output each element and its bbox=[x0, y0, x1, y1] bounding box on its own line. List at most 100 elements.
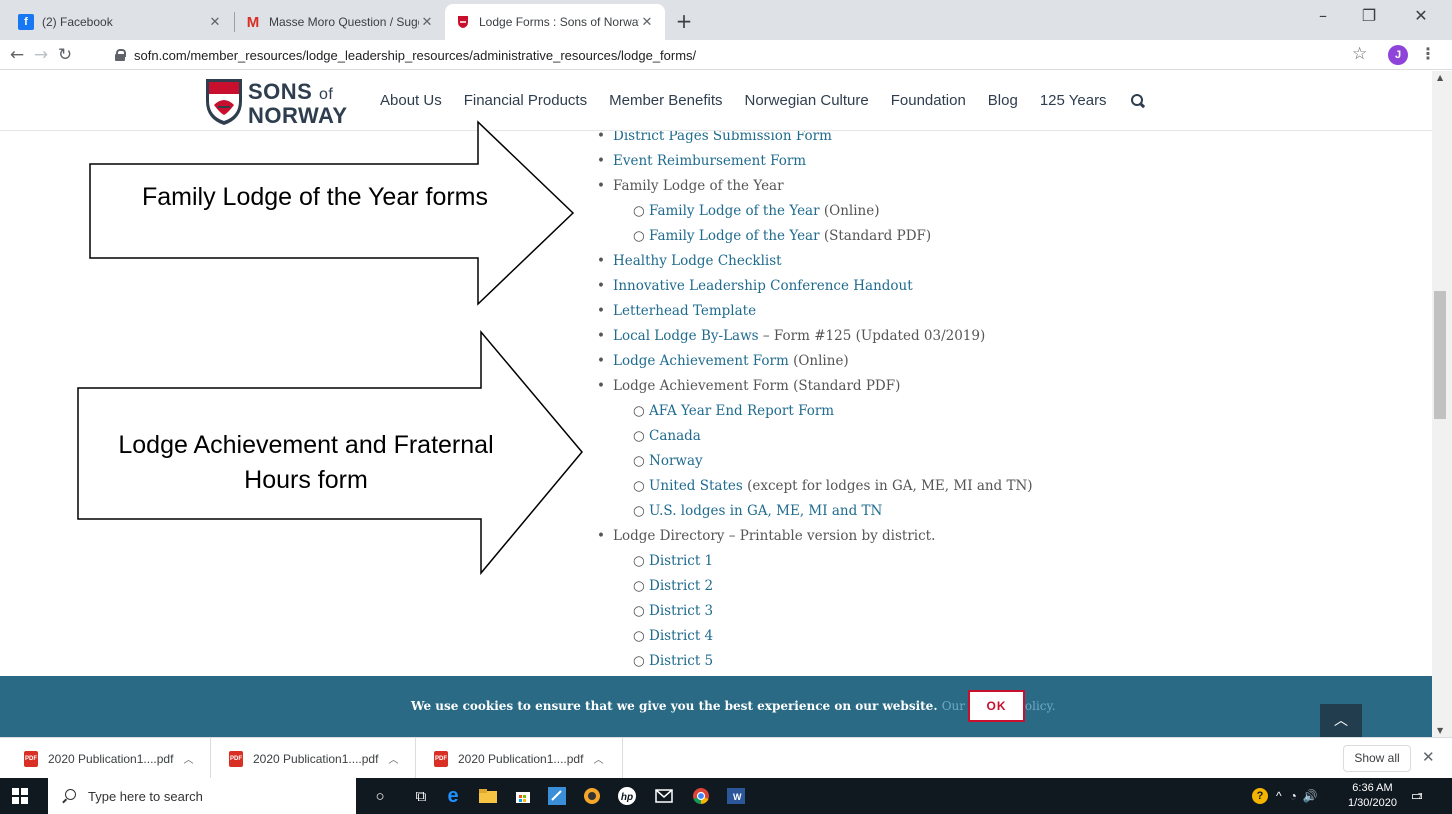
cookie-banner: We use cookies to ensure that we give yo… bbox=[0, 676, 1432, 737]
task-view-icon[interactable]: ⧉ bbox=[409, 784, 433, 808]
show-all-button[interactable]: Show all bbox=[1343, 745, 1411, 772]
pdf-icon: PDF bbox=[24, 750, 38, 767]
pdf-icon: PDF bbox=[229, 750, 243, 767]
download-item[interactable]: PDF 2020 Publication1....pdf ︿ bbox=[205, 738, 415, 779]
app-icon[interactable] bbox=[580, 784, 604, 808]
family-lodge-pdf-link[interactable]: Family Lodge of the Year bbox=[649, 228, 820, 244]
gmail-icon: M bbox=[246, 13, 260, 31]
nav-member-benefits[interactable]: Member Benefits bbox=[609, 92, 722, 109]
pdf-icon: PDF bbox=[434, 750, 448, 767]
facebook-icon: f bbox=[18, 14, 34, 30]
family-lodge-online-link[interactable]: Family Lodge of the Year bbox=[649, 203, 820, 219]
list-item: • Local Lodge By-Laws – Form #125 (Update… bbox=[597, 328, 986, 344]
district-4-link[interactable]: District 4 bbox=[649, 628, 713, 644]
download-item[interactable]: PDF 2020 Publication1....pdf ︿ bbox=[0, 738, 210, 779]
download-item[interactable]: PDF 2020 Publication1....pdf ︿ bbox=[410, 738, 620, 779]
us-lodges-link[interactable]: U.S. lodges in GA, ME, MI and TN bbox=[649, 503, 882, 519]
list-item: ○ Norway bbox=[633, 453, 703, 469]
canada-link[interactable]: Canada bbox=[649, 428, 701, 444]
system-tray: ? ^ ◔ 🔊 bbox=[1252, 778, 1318, 814]
word-icon[interactable]: W bbox=[724, 784, 748, 808]
wifi-icon[interactable]: ◔ bbox=[1290, 789, 1297, 803]
divider bbox=[622, 738, 623, 779]
list-item: ○ Canada bbox=[633, 428, 701, 444]
forward-icon[interactable]: → bbox=[30, 44, 52, 66]
chrome-icon[interactable] bbox=[689, 784, 713, 808]
back-icon[interactable]: ← bbox=[6, 44, 28, 66]
bookmark-star-icon[interactable]: ☆ bbox=[1352, 44, 1367, 64]
nav-125-years[interactable]: 125 Years bbox=[1040, 92, 1107, 109]
healthy-lodge-link[interactable]: Healthy Lodge Checklist bbox=[613, 253, 782, 269]
letterhead-link[interactable]: Letterhead Template bbox=[613, 303, 756, 319]
district-1-link[interactable]: District 1 bbox=[649, 553, 713, 569]
edge-icon[interactable]: e bbox=[441, 784, 465, 808]
chevron-up-icon[interactable]: ︿ bbox=[593, 751, 603, 766]
district-pages-link[interactable]: District Pages Submission Form bbox=[613, 131, 832, 144]
cookie-message: We use cookies to ensure that we give yo… bbox=[411, 699, 1056, 713]
innovative-leadership-link[interactable]: Innovative Leadership Conference Handout bbox=[613, 278, 913, 294]
cookie-ok-button[interactable]: OK bbox=[968, 690, 1025, 722]
window-close-icon[interactable]: ✕ bbox=[1398, 6, 1444, 25]
tab-lodge-forms[interactable]: Lodge Forms : Sons of Norway ✕ bbox=[445, 4, 665, 40]
list-item: ○ Family Lodge of the Year (Online) bbox=[633, 203, 880, 219]
file-explorer-icon[interactable] bbox=[476, 784, 500, 808]
list-item: • Letterhead Template bbox=[597, 303, 757, 319]
lodge-achievement-online-link[interactable]: Lodge Achievement Form bbox=[613, 353, 789, 369]
norway-link[interactable]: Norway bbox=[649, 453, 703, 469]
windows-taskbar: Type here to search ○ ⧉ e hp W ? ^ ◔ 🔊 6… bbox=[0, 778, 1452, 814]
search-icon bbox=[62, 789, 76, 803]
chevron-up-icon[interactable]: ︿ bbox=[183, 751, 193, 766]
tab-title: (2) Facebook bbox=[42, 15, 113, 29]
address-bar[interactable]: sofn.com/member_resources/lodge_leadersh… bbox=[104, 43, 1374, 67]
search-icon[interactable] bbox=[1130, 93, 1145, 108]
nav-foundation[interactable]: Foundation bbox=[891, 92, 966, 109]
windows-start-icon[interactable] bbox=[12, 788, 28, 804]
store-icon[interactable] bbox=[511, 784, 535, 808]
app-icon[interactable] bbox=[545, 784, 569, 808]
scroll-down-icon[interactable]: ▼ bbox=[1437, 726, 1443, 735]
hp-icon[interactable]: hp bbox=[615, 784, 639, 808]
mail-icon[interactable] bbox=[652, 784, 676, 808]
united-states-link[interactable]: United States bbox=[649, 478, 743, 494]
new-tab-button[interactable]: + bbox=[670, 8, 698, 36]
chevron-up-icon[interactable]: ︿ bbox=[388, 751, 398, 766]
nav-norwegian-culture[interactable]: Norwegian Culture bbox=[745, 92, 869, 109]
cortana-icon[interactable]: ○ bbox=[368, 784, 392, 808]
event-reimbursement-link[interactable]: Event Reimbursement Form bbox=[613, 153, 806, 169]
nav-financial-products[interactable]: Financial Products bbox=[464, 92, 587, 109]
help-icon[interactable]: ? bbox=[1252, 788, 1268, 804]
district-2-link[interactable]: District 2 bbox=[649, 578, 713, 594]
district-5-link[interactable]: District 5 bbox=[649, 653, 713, 669]
scroll-to-top-button[interactable]: ︿ bbox=[1320, 704, 1362, 737]
taskbar-clock[interactable]: 6:36 AM 1/30/2020 bbox=[1348, 781, 1397, 811]
afa-year-end-link[interactable]: AFA Year End Report Form bbox=[649, 403, 834, 419]
district-3-link[interactable]: District 3 bbox=[649, 603, 713, 619]
minimize-icon[interactable]: – bbox=[1300, 6, 1346, 25]
tab-strip: f (2) Facebook ✕ M Masse Moro Question /… bbox=[0, 0, 1452, 40]
taskbar-search-input[interactable]: Type here to search bbox=[48, 778, 356, 814]
volume-icon[interactable]: 🔊 bbox=[1303, 789, 1318, 803]
menu-kebab-icon[interactable]: ⋮ bbox=[1420, 44, 1436, 63]
tab-facebook[interactable]: f (2) Facebook ✕ bbox=[8, 4, 233, 40]
page-scrollbar[interactable]: ▲ ▼ bbox=[1432, 71, 1452, 737]
close-icon[interactable]: ✕ bbox=[419, 14, 435, 30]
by-laws-link[interactable]: Local Lodge By-Laws bbox=[613, 328, 759, 344]
scroll-up-icon[interactable]: ▲ bbox=[1437, 73, 1443, 82]
chevron-up-icon: ︿ bbox=[1334, 713, 1348, 729]
close-icon[interactable]: ✕ bbox=[207, 14, 223, 30]
profile-avatar[interactable]: J bbox=[1388, 45, 1408, 65]
close-icon[interactable]: ✕ bbox=[639, 14, 655, 30]
list-item: ○ District 1 bbox=[633, 553, 714, 569]
chevron-up-icon[interactable]: ^ bbox=[1276, 789, 1282, 803]
list-item: ○ District 2 bbox=[633, 578, 714, 594]
close-icon[interactable]: ✕ bbox=[1422, 748, 1435, 766]
svg-text:hp: hp bbox=[621, 792, 633, 803]
reload-icon[interactable]: ↻ bbox=[54, 44, 76, 66]
nav-about-us[interactable]: About Us bbox=[380, 92, 442, 109]
scroll-thumb[interactable] bbox=[1434, 291, 1446, 419]
tab-title: Lodge Forms : Sons of Norway bbox=[479, 15, 639, 29]
notification-icon[interactable]: ▭ 7 bbox=[1405, 784, 1429, 808]
tab-gmail[interactable]: M Masse Moro Question / Suggesti ✕ bbox=[235, 4, 445, 40]
restore-icon[interactable]: ❐ bbox=[1346, 6, 1392, 25]
nav-blog[interactable]: Blog bbox=[988, 92, 1018, 109]
